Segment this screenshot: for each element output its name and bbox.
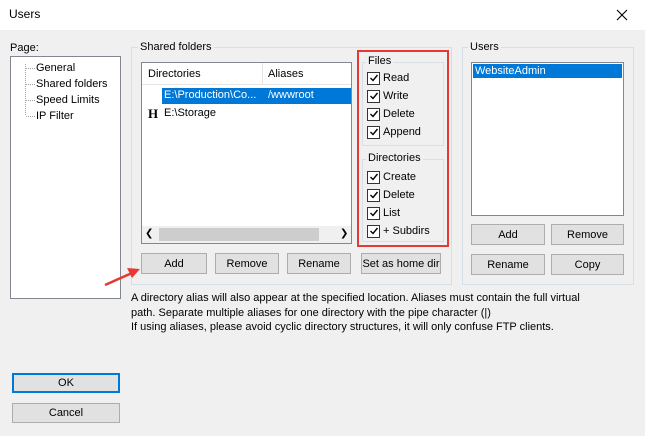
- help-line-3: If using aliases, please avoid cyclic di…: [131, 321, 554, 333]
- check-icon: [369, 191, 378, 199]
- add-folder-button[interactable]: Add: [141, 253, 207, 274]
- read-check-box[interactable]: [367, 71, 380, 85]
- file-delete-check-box[interactable]: [367, 107, 380, 121]
- alias-help-text: A directory alias will also appear at th…: [131, 291, 611, 321]
- directories-header: Directories Aliases: [142, 63, 351, 85]
- rename-folder-button[interactable]: Rename: [287, 253, 351, 274]
- read-label: Read: [383, 72, 410, 84]
- list-check-box[interactable]: [367, 206, 380, 220]
- home-dir-marker: H: [148, 106, 159, 121]
- user-item-label: WebsiteAdmin: [475, 65, 546, 77]
- help-line-2: path. Separate multiple aliases for one …: [131, 307, 491, 319]
- column-aliases[interactable]: Aliases: [268, 68, 303, 80]
- check-icon: [369, 128, 378, 136]
- check-icon: [369, 209, 378, 217]
- cancel-label: Cancel: [48, 407, 84, 419]
- user-item[interactable]: WebsiteAdmin: [473, 64, 622, 78]
- directory-path: E:\Production\Co...: [164, 89, 257, 101]
- dir-delete-label: Delete: [383, 189, 415, 201]
- write-checkbox[interactable]: Write: [367, 88, 408, 104]
- page-item-ip-filter[interactable]: IP Filter: [36, 108, 74, 124]
- read-checkbox[interactable]: Read: [367, 70, 409, 86]
- rename-folder-label: Rename: [298, 257, 340, 270]
- shared-folders-label: Shared folders: [138, 41, 214, 53]
- rename-user-button[interactable]: Rename: [471, 254, 545, 275]
- users-label: Users: [468, 41, 501, 53]
- rename-user-label: Rename: [487, 258, 529, 271]
- title-bar: Users: [0, 0, 645, 30]
- file-delete-checkbox[interactable]: Delete: [367, 106, 415, 122]
- check-icon: [369, 92, 378, 100]
- help-line-1: A directory alias will also appear at th…: [131, 292, 580, 304]
- list-label: List: [383, 207, 401, 219]
- create-checkbox[interactable]: Create: [367, 169, 416, 185]
- dir-delete-check-box[interactable]: [367, 188, 380, 202]
- check-icon: [369, 227, 378, 235]
- remove-user-label: Remove: [567, 228, 608, 241]
- write-label: Write: [383, 90, 409, 102]
- check-icon: [369, 173, 378, 181]
- remove-user-button[interactable]: Remove: [551, 224, 624, 245]
- files-label: Files: [366, 55, 394, 67]
- subdirs-label: + Subdirs: [383, 225, 430, 237]
- set-home-dir-button[interactable]: Set as home dir: [361, 253, 441, 274]
- directories-list: Directories Aliases E:\Production\Co... …: [141, 62, 352, 244]
- ok-button[interactable]: OK: [12, 373, 120, 393]
- window-title: Users: [9, 7, 41, 21]
- write-check-box[interactable]: [367, 89, 380, 103]
- append-label: Append: [383, 126, 421, 138]
- close-button[interactable]: [599, 0, 645, 30]
- cancel-button[interactable]: Cancel: [12, 403, 120, 423]
- remove-folder-label: Remove: [226, 257, 268, 270]
- subdirs-check-box[interactable]: [367, 224, 380, 238]
- close-icon: [616, 9, 628, 21]
- directories-scrollbar[interactable]: ❮ ❯: [142, 226, 351, 243]
- page-item-shared-folders[interactable]: Shared folders: [36, 76, 108, 92]
- page-item-speed-limits[interactable]: Speed Limits: [36, 92, 100, 108]
- add-folder-label: Add: [164, 257, 184, 270]
- scroll-right-icon[interactable]: ❯: [340, 228, 348, 239]
- copy-user-label: Copy: [574, 258, 601, 271]
- create-label: Create: [383, 171, 417, 183]
- directory-alias: /wwwroot: [268, 89, 314, 101]
- file-delete-label: Delete: [383, 108, 415, 120]
- check-icon: [369, 74, 378, 82]
- check-icon: [369, 110, 378, 118]
- copy-user-button[interactable]: Copy: [551, 254, 624, 275]
- ok-label: OK: [58, 377, 74, 389]
- subdirs-checkbox[interactable]: + Subdirs: [367, 223, 430, 239]
- page-item-general[interactable]: General: [36, 60, 75, 76]
- users-list: WebsiteAdmin: [471, 62, 624, 216]
- append-check-box[interactable]: [367, 125, 380, 139]
- scroll-thumb[interactable]: [159, 228, 319, 241]
- dir-delete-checkbox[interactable]: Delete: [367, 187, 415, 203]
- directory-row[interactable]: H E:\Storage: [142, 106, 351, 122]
- append-checkbox[interactable]: Append: [367, 124, 421, 140]
- directory-row[interactable]: E:\Production\Co... /wwwroot: [142, 88, 351, 104]
- scroll-left-icon[interactable]: ❮: [145, 228, 153, 239]
- create-check-box[interactable]: [367, 170, 380, 184]
- column-directories[interactable]: Directories: [148, 68, 201, 80]
- page-label: Page:: [10, 42, 39, 54]
- directories-perm-label: Directories: [366, 152, 423, 164]
- list-checkbox[interactable]: List: [367, 205, 400, 221]
- set-home-dir-label: Set as home dir: [362, 257, 440, 270]
- directory-path: E:\Storage: [164, 107, 216, 119]
- annotation-arrow-icon: [104, 268, 140, 287]
- add-user-label: Add: [498, 228, 518, 241]
- page-tree: General Shared folders Speed Limits IP F…: [10, 56, 121, 299]
- remove-folder-button[interactable]: Remove: [215, 253, 279, 274]
- add-user-button[interactable]: Add: [471, 224, 545, 245]
